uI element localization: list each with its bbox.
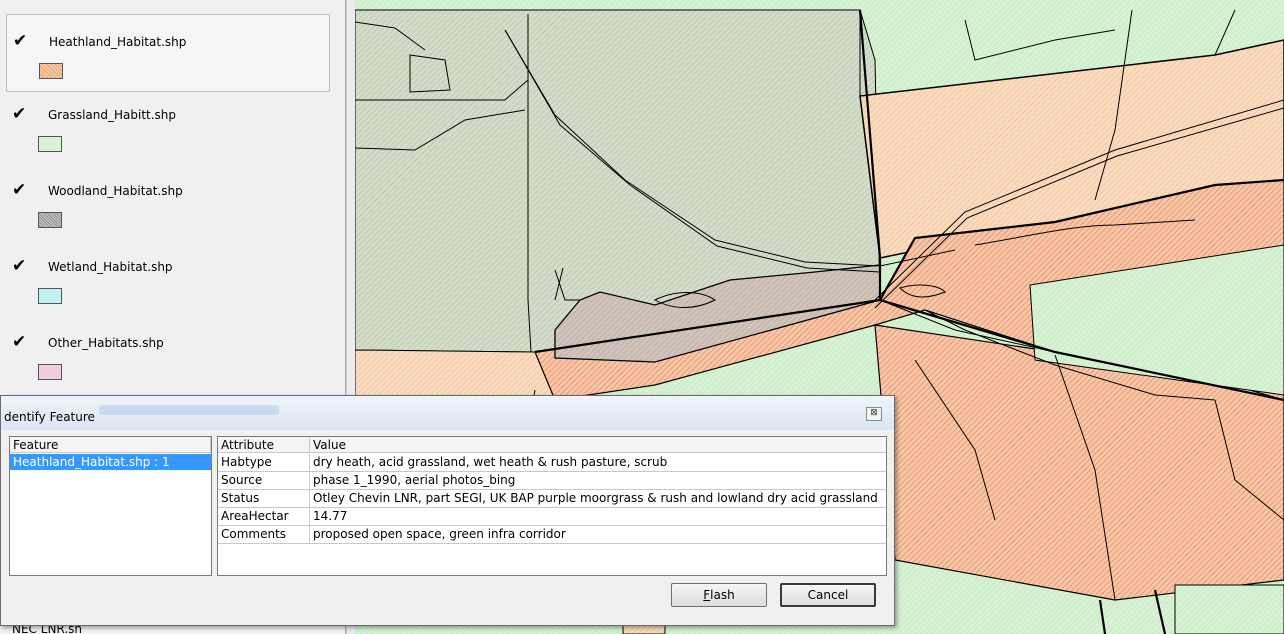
attribute-value: proposed open space, green infra corrido…	[313, 527, 566, 541]
layer-name: Heathland_Habitat.shp	[49, 35, 187, 49]
layer-item-wetland[interactable]: ✔ Wetland_Habitat.shp	[0, 240, 345, 316]
attribute-name: Source	[218, 472, 310, 489]
checkbox-checked-icon[interactable]: ✔	[13, 33, 27, 50]
feature-list[interactable]: Feature Heathland_Habitat.shp : 1	[9, 436, 212, 576]
legend-swatch-woodland	[38, 212, 62, 228]
legend-swatch-heathland	[39, 63, 63, 79]
layer-item-woodland[interactable]: ✔ Woodland_Habitat.shp	[0, 164, 345, 240]
attribute-name: Status	[218, 490, 310, 507]
attribute-column-header[interactable]: Attribute	[218, 437, 310, 453]
feature-list-item-selected[interactable]: Heathland_Habitat.shp : 1	[10, 454, 211, 470]
grassland-polygon-southeast[interactable]	[1174, 584, 1284, 634]
layer-name: Other_Habitats.shp	[48, 336, 164, 350]
table-row[interactable]: Comments proposed open space, green infr…	[218, 526, 886, 544]
checkbox-checked-icon[interactable]: ✔	[12, 182, 26, 199]
close-icon[interactable]: ⊠	[866, 407, 882, 421]
titlebar-ghost-text	[99, 405, 279, 415]
legend-swatch-grassland	[38, 136, 62, 152]
dialog-titlebar[interactable]: dentify Feature ⊠	[1, 396, 894, 430]
attribute-value: dry heath, acid grassland, wet heath & r…	[313, 455, 668, 469]
layer-name: Woodland_Habitat.shp	[48, 184, 183, 198]
attribute-value: 14.77	[313, 509, 348, 523]
table-row[interactable]: Source phase 1_1990, aerial photos_bing	[218, 472, 886, 490]
flash-button-label: lash	[710, 588, 735, 602]
identify-feature-dialog[interactable]: dentify Feature ⊠ Feature Heathland_Habi…	[0, 395, 895, 626]
value-column-header[interactable]: Value	[310, 437, 886, 453]
feature-column-header[interactable]: Feature	[10, 437, 211, 453]
table-row[interactable]: AreaHectar 14.77	[218, 508, 886, 526]
attribute-name: Comments	[218, 526, 310, 543]
attribute-name: AreaHectar	[218, 508, 310, 525]
flash-button[interactable]: Flash	[671, 583, 767, 607]
dialog-title: dentify Feature	[4, 410, 95, 424]
cancel-button[interactable]: Cancel	[780, 583, 876, 607]
attribute-value: phase 1_1990, aerial photos_bing	[313, 473, 516, 487]
attribute-value: Otley Chevin LNR, part SEGI, UK BAP purp…	[313, 491, 878, 505]
orange-polygon-southwest[interactable]	[355, 349, 556, 401]
attribute-table[interactable]: Attribute Value Habtype dry heath, acid …	[217, 436, 887, 576]
attribute-name: Habtype	[218, 454, 310, 471]
checkbox-checked-icon[interactable]: ✔	[12, 106, 26, 123]
layer-item-other[interactable]: ✔ Other_Habitats.shp	[0, 316, 345, 392]
layer-name: Grassland_Habitt.shp	[48, 108, 177, 122]
legend-swatch-wetland	[38, 288, 62, 304]
checkbox-checked-icon[interactable]: ✔	[12, 258, 26, 275]
layer-item-heathland[interactable]: ✔ Heathland_Habitat.shp	[6, 14, 330, 92]
layer-item-grassland[interactable]: ✔ Grassland_Habitt.shp	[0, 88, 345, 164]
table-row[interactable]: Status Otley Chevin LNR, part SEGI, UK B…	[218, 490, 886, 508]
layer-name: Wetland_Habitat.shp	[48, 260, 173, 274]
checkbox-checked-icon[interactable]: ✔	[12, 334, 26, 351]
legend-swatch-other	[38, 364, 62, 380]
table-row[interactable]: Habtype dry heath, acid grassland, wet h…	[218, 454, 886, 472]
